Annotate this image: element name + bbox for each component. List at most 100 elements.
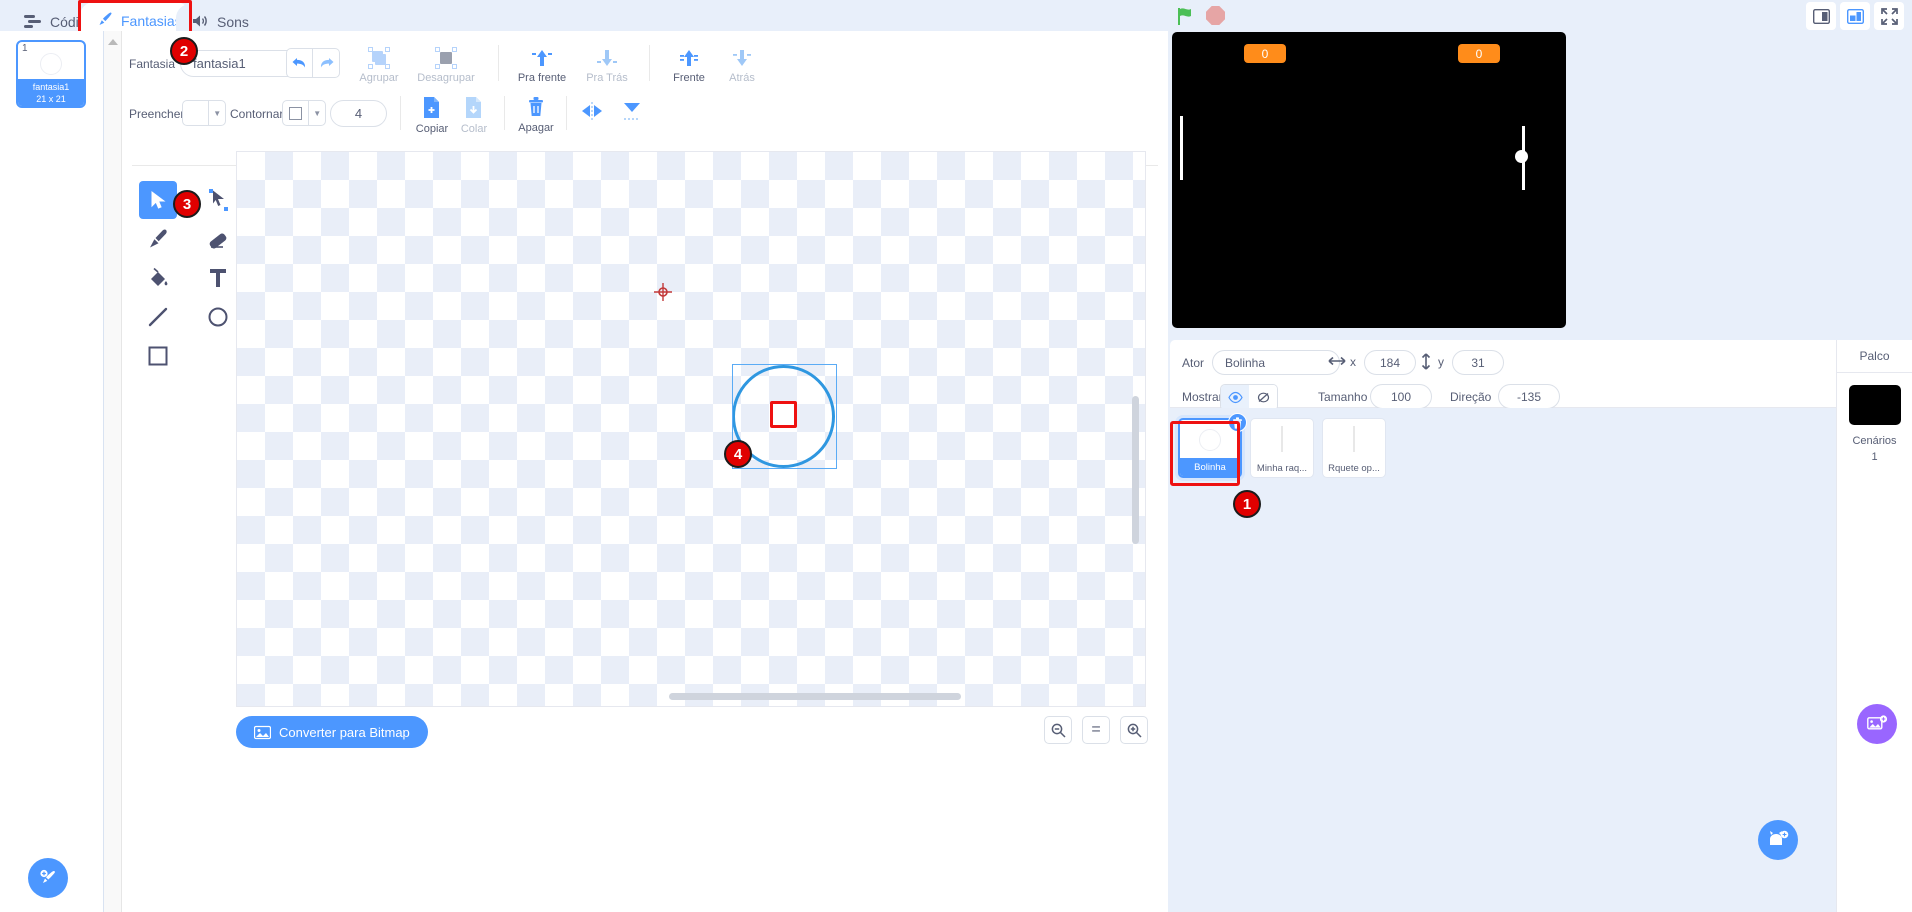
annotation-badge-1: 1 <box>1233 490 1261 518</box>
image-add-icon <box>1866 715 1887 730</box>
sprite-item-label: Minha raq... <box>1256 462 1308 474</box>
zoom-reset-button[interactable]: = <box>1082 716 1110 744</box>
backdrop-thumbnail[interactable] <box>1848 385 1901 425</box>
toolbar-divider-1 <box>498 45 499 81</box>
group-button[interactable]: Agrupar <box>350 47 408 84</box>
fill-label: Preencher <box>129 107 185 121</box>
circle-tool[interactable] <box>199 298 237 336</box>
green-flag-icon[interactable] <box>1176 6 1196 31</box>
canvas-vertical-scrollbar[interactable] <box>1132 396 1139 544</box>
brush-icon <box>150 229 167 248</box>
canvas-horizontal-scrollbar[interactable] <box>669 693 961 700</box>
stage-column: 0 0 Ator Bolinha x 184 y 31 Mostrar Tama… <box>1168 0 1912 912</box>
delete-button[interactable]: Apagar <box>514 96 558 134</box>
large-stage-button[interactable] <box>1840 2 1870 30</box>
sprite-name-input[interactable]: Bolinha <box>1212 350 1340 375</box>
costume-name-input[interactable]: fantasia1 <box>180 50 302 77</box>
x-label: x <box>1350 355 1356 369</box>
send-backward-label: Pra Trás <box>586 72 628 84</box>
ungroup-button[interactable]: Desagrupar <box>408 47 484 84</box>
convert-to-bitmap-button[interactable]: Converter para Bitmap <box>236 716 428 748</box>
select-tool[interactable] <box>139 181 177 219</box>
arrows-horizontal-icon <box>1328 354 1346 373</box>
zoom-out-button[interactable] <box>1044 716 1072 744</box>
redo-button[interactable] <box>313 48 340 78</box>
text-tool[interactable] <box>199 259 237 297</box>
size-label: Tamanho <box>1318 390 1368 404</box>
add-sprite-button[interactable] <box>1758 820 1798 860</box>
flip-vertical-icon <box>624 103 640 120</box>
send-backward-button[interactable]: Pra Trás <box>576 47 638 84</box>
bring-forward-label: Pra frente <box>517 72 567 84</box>
paste-label: Colar <box>460 123 488 135</box>
backdrops-count: 1 <box>1871 451 1878 463</box>
y-input[interactable]: 31 <box>1452 350 1504 375</box>
costume-scroll-strip[interactable] <box>104 31 122 912</box>
stroke-width-input[interactable]: 4 <box>330 100 387 127</box>
fullscreen-button[interactable] <box>1874 2 1904 30</box>
scratch-editor: Código Fantasias Sons 1 fantasia1 21 x 2… <box>0 0 1912 912</box>
zoom-in-button[interactable] <box>1120 716 1148 744</box>
rectangle-tool[interactable] <box>139 337 177 375</box>
undo-button[interactable] <box>286 48 313 78</box>
zoom-out-icon <box>1051 723 1066 738</box>
annotation-badge-2: 2 <box>170 37 198 65</box>
line-tool[interactable] <box>139 298 177 336</box>
fill-color-picker[interactable]: ▼ <box>182 100 226 126</box>
trash-icon <box>1233 416 1242 429</box>
sprite-item-minha-raquete[interactable]: Minha raq... <box>1250 418 1314 478</box>
sprite-info-bar: Ator Bolinha x 184 y 31 Mostrar Tamanho … <box>1170 340 1836 411</box>
show-visible-button[interactable] <box>1221 385 1249 410</box>
palco-title: Palco <box>1837 340 1912 373</box>
add-costume-button[interactable] <box>28 858 68 898</box>
costume-item-1[interactable]: 1 fantasia1 21 x 21 <box>16 40 86 108</box>
arrow-up-front-icon <box>680 50 698 66</box>
show-hidden-button[interactable] <box>1249 385 1277 410</box>
brush-tool[interactable] <box>139 220 177 258</box>
trash-icon <box>529 97 543 116</box>
x-input[interactable]: 184 <box>1364 350 1416 375</box>
stage-canvas[interactable]: 0 0 <box>1172 32 1566 328</box>
size-input[interactable]: 100 <box>1370 384 1432 409</box>
bring-to-front-button[interactable]: Frente <box>659 47 719 84</box>
costume-name-label: Fantasia <box>129 57 176 71</box>
image-icon <box>254 725 271 739</box>
scroll-up-icon[interactable] <box>108 39 118 45</box>
fill-tool[interactable] <box>139 259 177 297</box>
cat-add-icon <box>1770 830 1789 845</box>
small-stage-icon <box>1812 8 1830 24</box>
outline-color-picker[interactable]: ▼ <box>282 100 326 126</box>
rectangle-icon <box>148 346 168 366</box>
copy-button[interactable]: Copiar <box>410 96 454 135</box>
bring-forward-button[interactable]: Pra frente <box>508 47 576 84</box>
ball-sprite <box>1515 150 1528 163</box>
sprite-item-bolinha[interactable]: Bolinha <box>1178 413 1247 478</box>
flip-horizontal-button[interactable] <box>574 102 610 120</box>
direction-input[interactable]: -135 <box>1498 384 1560 409</box>
fill-color-swatch <box>183 101 208 125</box>
direction-label: Direção <box>1450 390 1492 404</box>
paste-button[interactable]: Colar <box>454 96 494 135</box>
score-monitor-left[interactable]: 0 <box>1244 44 1286 63</box>
sprite-item-label: Bolinha <box>1180 458 1240 476</box>
delete-sprite-button[interactable] <box>1228 413 1247 432</box>
add-backdrop-button[interactable] <box>1857 704 1897 744</box>
delete-label: Apagar <box>518 122 554 134</box>
show-label: Mostrar <box>1182 390 1223 404</box>
small-stage-button[interactable] <box>1806 2 1836 30</box>
eraser-tool[interactable] <box>199 220 237 258</box>
flip-vertical-button[interactable] <box>614 100 650 122</box>
paint-editor: Fantasia fantasia1 Agrupar Desagrupar Pr… <box>122 31 1168 912</box>
score-monitor-right[interactable]: 0 <box>1458 44 1500 63</box>
costume-item-label: fantasia1 21 x 21 <box>18 79 84 106</box>
sprite-item-raquete-oponente[interactable]: Rquete op... <box>1322 418 1386 478</box>
stage-selector-panel: Palco Cenários 1 <box>1836 340 1912 912</box>
send-to-back-button[interactable]: Atrás <box>718 47 766 84</box>
stop-icon[interactable] <box>1206 6 1225 25</box>
stage-size-controls <box>1806 2 1904 30</box>
copy-icon <box>424 97 439 118</box>
paint-canvas[interactable] <box>236 151 1146 707</box>
canvas-zoom-controls: = <box>1044 716 1148 744</box>
canvas-center-marker <box>654 283 672 306</box>
reshape-tool[interactable] <box>199 181 237 219</box>
